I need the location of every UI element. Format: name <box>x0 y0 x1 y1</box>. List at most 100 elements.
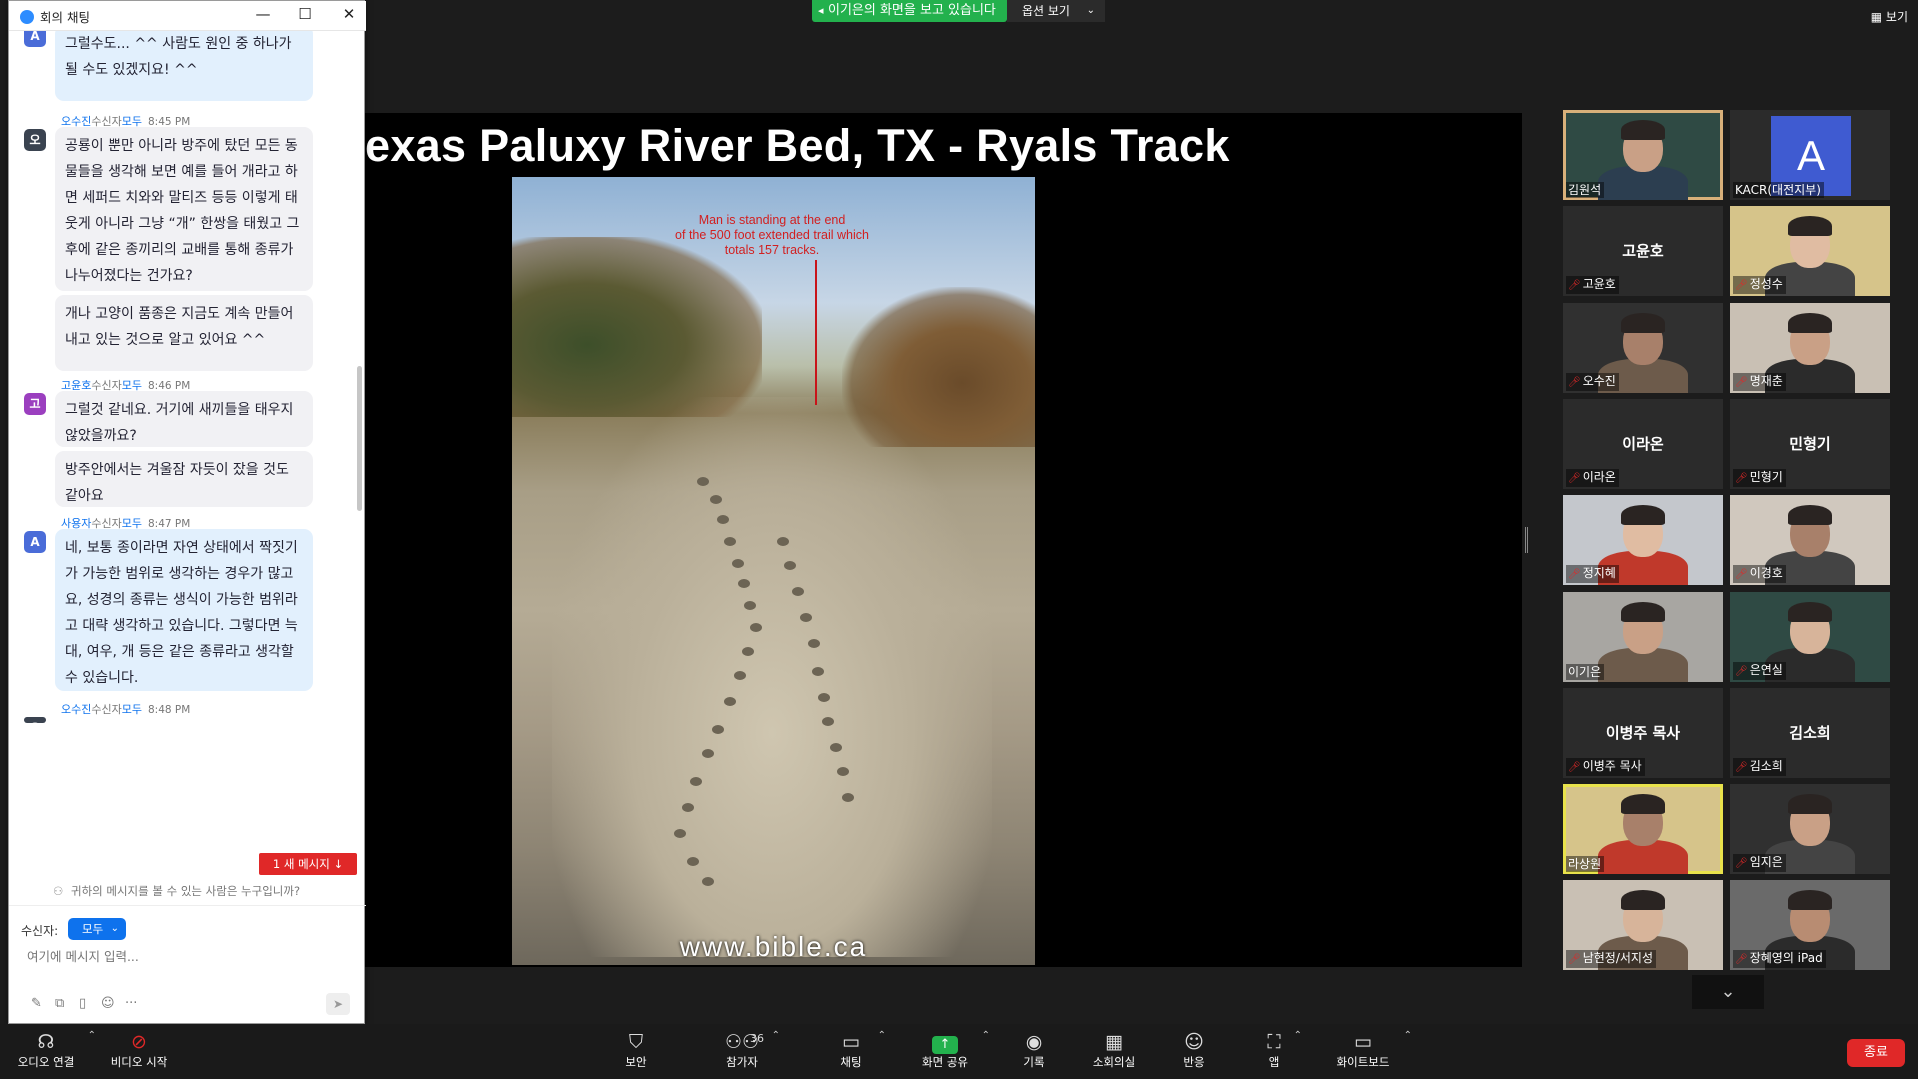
message-bubble[interactable]: 네, 보통 종이라면 자연 상태에서 짝짓기가 가능한 범위로 생각하는 경우가… <box>55 529 313 691</box>
whiteboard-caret-icon[interactable]: ⌃ <box>1404 1030 1412 1041</box>
send-button[interactable]: ➤ <box>326 993 350 1015</box>
message-bubble[interactable]: 그럴수도... ^^ 사람도 원인 중 하나가 될 수도 있겠지요! ^^ <box>55 31 313 101</box>
participant-name-tag: 🎤︎ 정성수 <box>1733 276 1786 295</box>
participants-count: 36 <box>750 1032 764 1045</box>
photo-watermark: www.bible.ca <box>679 931 868 962</box>
chat-toolbar: ✎ ⧉ ▯ ☺ ··· <box>19 996 359 1016</box>
participant-tile[interactable]: A KACR(대전지부) <box>1730 110 1890 200</box>
participant-tile[interactable]: 김원석 <box>1563 110 1723 200</box>
apps-button[interactable]: ⛶ 앱 ⌃ <box>1264 1028 1302 1076</box>
apps-caret-icon[interactable]: ⌃ <box>1294 1030 1302 1041</box>
participant-tile[interactable]: 고윤호 🎤︎ 고윤호 <box>1563 206 1723 297</box>
participant-name-tag: 🎤︎ 이경호 <box>1733 565 1786 584</box>
participant-tile[interactable]: 🎤︎ 정성수 <box>1730 206 1890 297</box>
emoji-plus-icon: ☺ <box>1184 1031 1204 1053</box>
new-message-button[interactable]: 1 새 메시지 ↓ <box>259 853 357 875</box>
recipient-value: 모두 <box>82 922 104 936</box>
participant-tile[interactable]: 🎤︎ 임지은 <box>1730 784 1890 875</box>
participant-name: 이경호 <box>1749 566 1783 581</box>
video-label: 비디오 시작 <box>110 1055 168 1069</box>
participants-button[interactable]: ⚇⚇ 36 참가자 ⌃ <box>722 1028 780 1076</box>
slide-title: exas Paluxy River Bed, TX - Ryals Track <box>365 120 1230 171</box>
maximize-icon[interactable]: ☐ <box>295 5 315 23</box>
recipient-label: 수신자: <box>21 924 59 938</box>
footprint <box>712 725 724 734</box>
audio-caret-icon[interactable]: ⌃ <box>88 1030 96 1041</box>
participants-caret-icon[interactable]: ⌃ <box>772 1030 780 1041</box>
participant-big-name: 민형기 <box>1789 434 1831 453</box>
sender-name[interactable]: 오수진 <box>61 703 91 716</box>
chat-caret-icon[interactable]: ⌃ <box>878 1030 886 1041</box>
participant-name-tag: 🎤︎ 은연실 <box>1733 661 1786 680</box>
whiteboard-button[interactable]: ▭ 화이트보드 ⌃ <box>1332 1028 1412 1076</box>
file-icon[interactable]: ▯ <box>79 996 86 1011</box>
footprint <box>777 537 789 546</box>
participant-tile[interactable]: 🎤︎ 이경호 <box>1730 495 1890 586</box>
participant-tile[interactable]: 🎤︎ 장혜영의 iPad <box>1730 880 1890 971</box>
participant-tile[interactable]: 🎤︎ 정지혜 <box>1563 495 1723 586</box>
participant-name-tag: 🎤︎ 명재춘 <box>1733 372 1786 391</box>
message-bubble[interactable]: 그럴것 같네요. 거기에 새끼들을 태우지 않았을까요? <box>55 391 313 447</box>
recipient-row: 수신자: 모두 ⌄ <box>9 914 366 942</box>
minimize-icon[interactable]: — <box>253 5 273 23</box>
recipient-dropdown[interactable]: 모두 ⌄ <box>68 918 126 940</box>
footprint <box>812 667 824 676</box>
participant-name: 임지은 <box>1749 855 1783 870</box>
participant-video-hair <box>1788 890 1832 911</box>
gallery-next-page-button[interactable]: ⌄ <box>1692 975 1764 1009</box>
chat-scrollbar[interactable] <box>357 366 362 511</box>
format-icon[interactable]: ✎ <box>31 996 42 1011</box>
footprint <box>792 587 804 596</box>
participant-tile[interactable]: 민형기 🎤︎ 민형기 <box>1730 398 1890 489</box>
participant-tile[interactable]: 이병주 목사 🎤︎ 이병주 목사 <box>1563 687 1723 778</box>
who-can-see-link[interactable]: ⚇ 귀하의 메시지를 볼 수 있는 사람은 누구입니까? <box>9 876 366 906</box>
participant-tile[interactable]: 라상원 <box>1563 784 1723 875</box>
message-bubble[interactable]: 방주안에서는 겨울잠 자듯이 잤을 것도 같아요 <box>55 451 313 507</box>
chat-message-list[interactable]: A 그럴수도... ^^ 사람도 원인 중 하나가 될 수도 있겠지요! ^^ 오수… <box>9 31 366 873</box>
chat-message-input[interactable] <box>27 944 347 968</box>
emoji-icon[interactable]: ☺ <box>101 996 115 1011</box>
mic-muted-icon: 🎤︎ <box>1735 280 1748 292</box>
footprint <box>724 697 736 706</box>
video-button[interactable]: ⊘ 비디오 시작 <box>104 1028 174 1076</box>
message-bubble[interactable]: 개나 고양이 품종은 지금도 계속 만들어 내고 있는 것으로 알고 있어요 ^… <box>55 295 313 371</box>
message-bubble[interactable]: 공룡이 뿐만 아니라 방주에 탔던 모든 동물들을 생각해 보면 예를 들어 개… <box>55 127 313 291</box>
participant-tile[interactable]: 🎤︎ 은연실 <box>1730 591 1890 682</box>
footprint <box>830 743 842 752</box>
participant-tile[interactable]: 🎤︎ 오수진 <box>1563 302 1723 393</box>
reactions-button[interactable]: ☺ 반응 <box>1180 1028 1208 1076</box>
participant-tile[interactable]: 🎤︎ 명재춘 <box>1730 302 1890 393</box>
footprint <box>842 793 854 802</box>
share-label: 화면 공유 <box>922 1055 968 1069</box>
participant-video-hair <box>1788 794 1832 815</box>
mic-muted-icon: 🎤︎ <box>1568 472 1581 484</box>
recipient-name[interactable]: 모두 <box>122 703 142 716</box>
breakout-rooms-button[interactable]: ▦ 소회의실 <box>1090 1028 1138 1076</box>
close-icon[interactable]: ✕ <box>339 5 359 23</box>
participant-name: 이라온 <box>1582 469 1616 484</box>
audio-button[interactable]: ☊ 오디오 연결 ⌃ <box>14 1028 96 1076</box>
sender-avatar: 오 <box>24 717 46 723</box>
chat-button[interactable]: ▭ 채팅 ⌃ <box>834 1028 886 1076</box>
participant-tile[interactable]: 이기은 <box>1563 591 1723 682</box>
view-label: 보기 <box>1885 10 1908 24</box>
more-icon[interactable]: ··· <box>125 996 137 1011</box>
view-button[interactable]: ▦ 보기 <box>1871 8 1908 25</box>
river-bed <box>552 397 992 957</box>
participant-name-tag: KACR(대전지부) <box>1733 182 1824 198</box>
participant-tile[interactable]: 🎤︎ 남현정/서지성 <box>1563 880 1723 971</box>
end-meeting-button[interactable]: 종료 <box>1847 1039 1905 1067</box>
participant-tile[interactable]: 김소희 🎤︎ 김소희 <box>1730 687 1890 778</box>
security-button[interactable]: ⛉ 보안 <box>620 1028 652 1076</box>
view-options-button[interactable]: 옵션 보기 ⌄ <box>1007 0 1105 22</box>
participant-tile[interactable]: 이라온 🎤︎ 이라온 <box>1563 398 1723 489</box>
participant-name: 고윤호 <box>1582 277 1616 292</box>
participant-name: 김소희 <box>1749 758 1783 773</box>
record-button[interactable]: ◉ 기록 <box>1018 1028 1050 1076</box>
share-caret-icon[interactable]: ⌃ <box>982 1030 990 1041</box>
share-screen-button[interactable]: ↑ 화면 공유 ⌃ <box>918 1028 990 1076</box>
screenshot-icon[interactable]: ⧉ <box>55 996 64 1011</box>
photo-caption: Man is standing at the end of the 500 fo… <box>662 213 882 258</box>
panel-splitter[interactable] <box>1525 527 1528 553</box>
participant-name-tag: 🎤︎ 오수진 <box>1566 372 1619 391</box>
